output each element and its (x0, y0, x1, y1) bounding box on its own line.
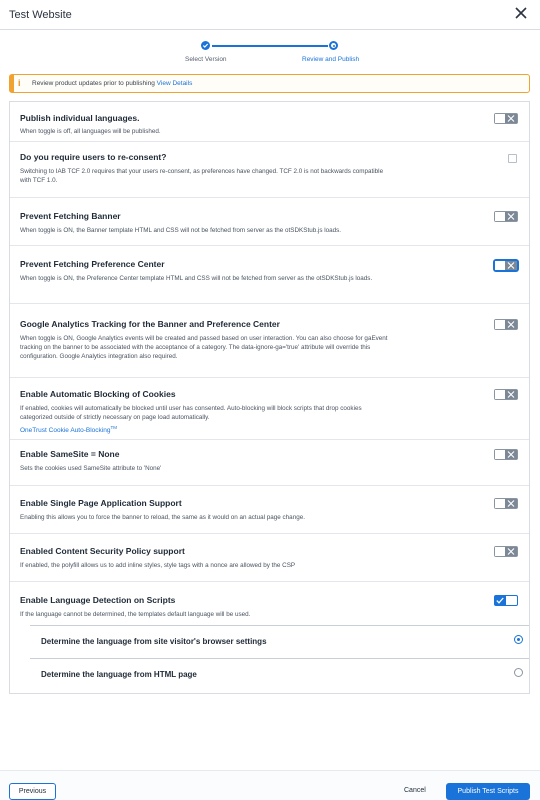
setting-title: Publish individual languages. (20, 113, 140, 123)
view-details-link[interactable]: View Details (157, 80, 193, 87)
prevent-fetching-banner-toggle[interactable] (494, 211, 518, 222)
review-notice-banner: i Review product updates prior to publis… (9, 74, 530, 93)
toggle-off-x-icon (505, 547, 517, 556)
setting-description: When toggle is off, all languages will b… (20, 128, 161, 135)
setting-title: Do you require users to re-consent? (20, 152, 167, 162)
step-label-review-publish: Review and Publish (302, 56, 360, 63)
setting-title: Prevent Fetching Banner (20, 211, 121, 221)
prevent-fetching-preference-center-toggle[interactable] (494, 260, 518, 271)
step-connector (212, 45, 328, 47)
setting-row-language-detection: Enable Language Detection on Scripts If … (10, 582, 529, 694)
publish-test-scripts-button[interactable]: Publish Test Scripts (446, 783, 530, 800)
previous-button[interactable]: Previous (9, 783, 56, 800)
setting-title: Enable Single Page Application Support (20, 498, 182, 508)
language-detection-toggle[interactable] (494, 595, 518, 606)
notice-text: Review product updates prior to publishi… (32, 80, 192, 87)
setting-description: If enabled, the polyfill allows us to ad… (20, 562, 296, 569)
auto-blocking-link-text: OneTrust Cookie Auto-Blocking (20, 427, 111, 435)
modal-footer: Previous Cancel Publish Test Scripts (0, 770, 540, 800)
setting-row-content-security-policy: Enabled Content Security Policy support … (10, 534, 529, 582)
toggle-off-x-icon (505, 212, 517, 221)
single-page-app-toggle[interactable] (494, 498, 518, 509)
setting-row-prevent-fetching-banner: Prevent Fetching Banner When toggle is O… (10, 198, 529, 246)
close-icon[interactable] (512, 4, 530, 22)
option-label: Determine the language from HTML page (41, 670, 197, 679)
notice-message: Review product updates prior to publishi… (32, 80, 155, 87)
setting-title: Enable SameSite = None (20, 449, 120, 459)
step-label-select-version: Select Version (185, 56, 227, 63)
setting-row-automatic-blocking: Enable Automatic Blocking of Cookies If … (10, 378, 529, 440)
toggle-off-x-icon (505, 114, 517, 123)
setting-row-samesite: Enable SameSite = None Sets the cookies … (10, 440, 529, 486)
toggle-on-check-icon (494, 595, 506, 606)
samesite-toggle[interactable] (494, 449, 518, 460)
setting-title: Prevent Fetching Preference Center (20, 259, 165, 269)
setting-row-re-consent: Do you require users to re-consent? Swit… (10, 142, 529, 198)
setting-row-publish-individual-languages: Publish individual languages. When toggl… (10, 102, 529, 142)
browser-settings-radio[interactable] (514, 635, 523, 644)
setting-title: Enable Language Detection on Scripts (20, 595, 176, 605)
setting-description: When toggle is ON, the Banner template H… (20, 227, 342, 234)
setting-title: Enabled Content Security Policy support (20, 546, 185, 556)
language-option-html-page[interactable]: Determine the language from HTML page (30, 658, 529, 693)
progress-stepper: Select Version Review and Publish (140, 38, 400, 68)
settings-panel: Publish individual languages. When toggl… (9, 101, 530, 694)
setting-description: When toggle is ON, Google Analytics even… (20, 335, 388, 360)
toggle-off-x-icon (505, 320, 517, 329)
setting-description: Enabling this allows you to force the ba… (20, 514, 305, 521)
setting-row-google-analytics-tracking: Google Analytics Tracking for the Banner… (10, 304, 529, 378)
step-complete-check-icon (201, 41, 210, 50)
language-option-browser[interactable]: Determine the language from site visitor… (30, 625, 529, 658)
modal-title: Test Website (9, 9, 72, 21)
setting-row-single-page-app: Enable Single Page Application Support E… (10, 486, 529, 534)
content-security-policy-toggle[interactable] (494, 546, 518, 557)
publish-individual-languages-toggle[interactable] (494, 113, 518, 124)
modal-header: Test Website (0, 0, 540, 30)
setting-description: When toggle is ON, the Preference Center… (20, 275, 373, 282)
setting-title: Google Analytics Tracking for the Banner… (20, 319, 280, 329)
setting-description: If the language cannot be determined, th… (20, 611, 251, 618)
trademark-sup: TM (110, 425, 117, 430)
cancel-button[interactable]: Cancel (404, 787, 426, 794)
setting-row-prevent-fetching-preference-center: Prevent Fetching Preference Center When … (10, 246, 529, 304)
html-page-radio[interactable] (514, 668, 523, 677)
auto-blocking-link[interactable]: OneTrust Cookie Auto-BlockingTM (20, 425, 117, 434)
automatic-blocking-toggle[interactable] (494, 389, 518, 400)
setting-description: Switching to IAB TCF 2.0 requires that y… (20, 168, 384, 184)
toggle-off-x-icon (505, 390, 517, 399)
toggle-off-x-icon (505, 450, 517, 459)
google-analytics-tracking-toggle[interactable] (494, 319, 518, 330)
setting-title: Enable Automatic Blocking of Cookies (20, 389, 176, 399)
toggle-off-x-icon (505, 499, 517, 508)
re-consent-checkbox[interactable] (508, 154, 517, 163)
toggle-off-x-icon (505, 261, 517, 270)
setting-description: Sets the cookies used SameSite attribute… (20, 465, 162, 472)
info-icon: i (18, 78, 21, 88)
option-label: Determine the language from site visitor… (41, 637, 267, 646)
step-current-indicator (329, 41, 338, 50)
setting-description: If enabled, cookies will automatically b… (20, 405, 362, 421)
